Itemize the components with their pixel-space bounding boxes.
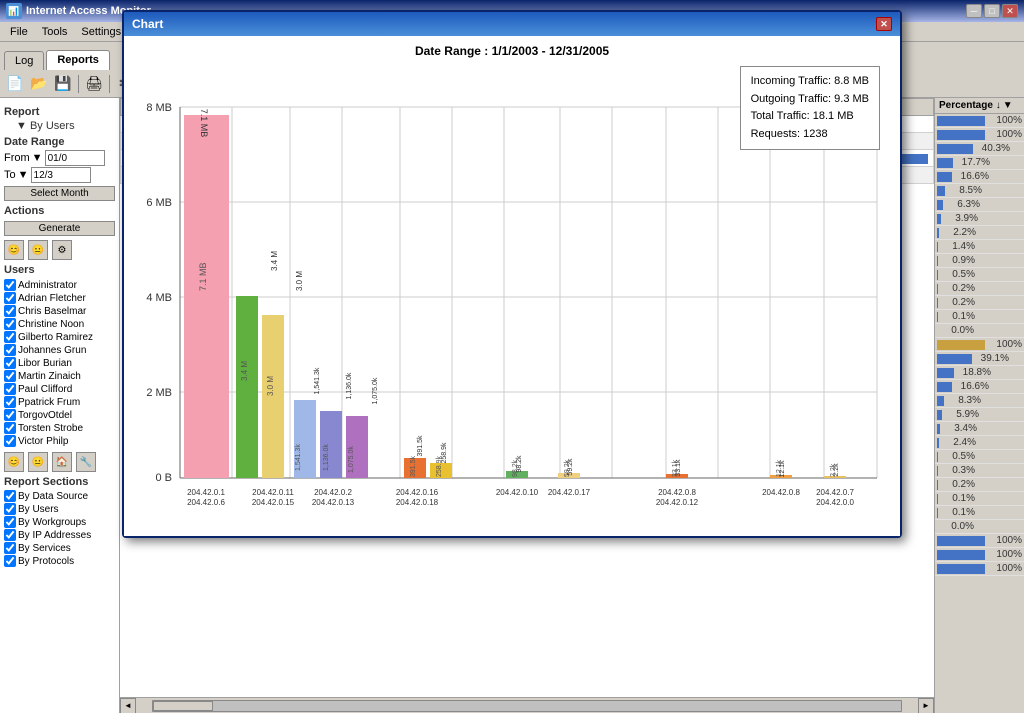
modal-overlay: Chart ✕ Date Range : 1/1/2003 - 12/31/20…	[0, 0, 1024, 713]
svg-text:3.0 M: 3.0 M	[295, 271, 304, 291]
tooltip-requests: Requests: 1238	[751, 126, 869, 144]
svg-text:3.0 M: 3.0 M	[266, 376, 275, 396]
svg-text:204.42.0.18: 204.42.0.18	[396, 498, 439, 507]
svg-text:204.42.0.12: 204.42.0.12	[656, 498, 699, 507]
svg-text:204.42.0.8: 204.42.0.8	[658, 488, 696, 497]
svg-text:204.42.0.6: 204.42.0.6	[187, 498, 225, 507]
svg-text:1,541.3k: 1,541.3k	[314, 367, 321, 394]
svg-text:204.42.0.13: 204.42.0.13	[312, 498, 355, 507]
svg-text:6 MB: 6 MB	[146, 197, 172, 209]
svg-text:2 MB: 2 MB	[146, 387, 172, 399]
svg-text:391.5k: 391.5k	[410, 455, 417, 477]
svg-text:204.42.0.10: 204.42.0.10	[496, 488, 539, 497]
svg-text:204.42.0.7: 204.42.0.7	[816, 488, 854, 497]
chart-modal-title-bar: Chart ✕	[124, 12, 900, 36]
svg-text:1,541.3k: 1,541.3k	[295, 444, 302, 471]
svg-text:59.2k: 59.2k	[564, 459, 571, 477]
svg-text:204.42.0.1: 204.42.0.1	[187, 488, 225, 497]
tooltip-outgoing: Outgoing Traffic: 9.3 MB	[751, 91, 869, 109]
chart-date-range-title: Date Range : 1/1/2003 - 12/31/2005	[132, 44, 892, 58]
svg-text:8 MB: 8 MB	[146, 102, 172, 114]
svg-text:3.4 M: 3.4 M	[270, 251, 279, 271]
chart-content: Date Range : 1/1/2003 - 12/31/2005 Incom…	[124, 36, 900, 536]
chart-tooltip: Incoming Traffic: 8.8 MB Outgoing Traffi…	[740, 66, 880, 150]
svg-text:7.1 MB: 7.1 MB	[198, 262, 208, 291]
bar-2	[236, 296, 258, 478]
svg-text:204.42.0.0: 204.42.0.0	[816, 498, 854, 507]
svg-text:391.5k: 391.5k	[417, 435, 424, 457]
svg-text:204.42.0.8: 204.42.0.8	[762, 488, 800, 497]
svg-text:1,136.0k: 1,136.0k	[346, 372, 353, 399]
svg-text:2.2k: 2.2k	[830, 463, 837, 477]
svg-text:204.42.0.16: 204.42.0.16	[396, 488, 439, 497]
svg-text:204.42.0.2: 204.42.0.2	[314, 488, 352, 497]
svg-text:12.1k: 12.1k	[776, 459, 783, 477]
svg-text:204.42.0.11: 204.42.0.11	[252, 488, 294, 497]
svg-text:1,136.0k: 1,136.0k	[323, 444, 330, 471]
chart-modal: Chart ✕ Date Range : 1/1/2003 - 12/31/20…	[122, 10, 902, 538]
svg-text:0 B: 0 B	[155, 472, 172, 484]
svg-text:4 MB: 4 MB	[146, 292, 172, 304]
svg-text:204.42.0.15: 204.42.0.15	[252, 498, 295, 507]
svg-text:7.1 MB: 7.1 MB	[199, 109, 209, 138]
svg-text:1,075.0k: 1,075.0k	[372, 377, 379, 404]
bar-1	[184, 115, 229, 478]
chart-close-button[interactable]: ✕	[876, 17, 892, 31]
svg-text:3.4 M: 3.4 M	[240, 361, 249, 381]
svg-text:204.42.0.17: 204.42.0.17	[548, 488, 591, 497]
chart-title-label: Chart	[132, 17, 163, 31]
tooltip-incoming: Incoming Traffic: 8.8 MB	[751, 73, 869, 91]
tooltip-total: Total Traffic: 18.1 MB	[751, 108, 869, 126]
svg-text:1,075.0k: 1,075.0k	[348, 446, 355, 473]
svg-text:98.2k: 98.2k	[512, 459, 519, 477]
svg-text:258.9k: 258.9k	[436, 455, 443, 477]
svg-text:33.1k: 33.1k	[672, 459, 679, 477]
